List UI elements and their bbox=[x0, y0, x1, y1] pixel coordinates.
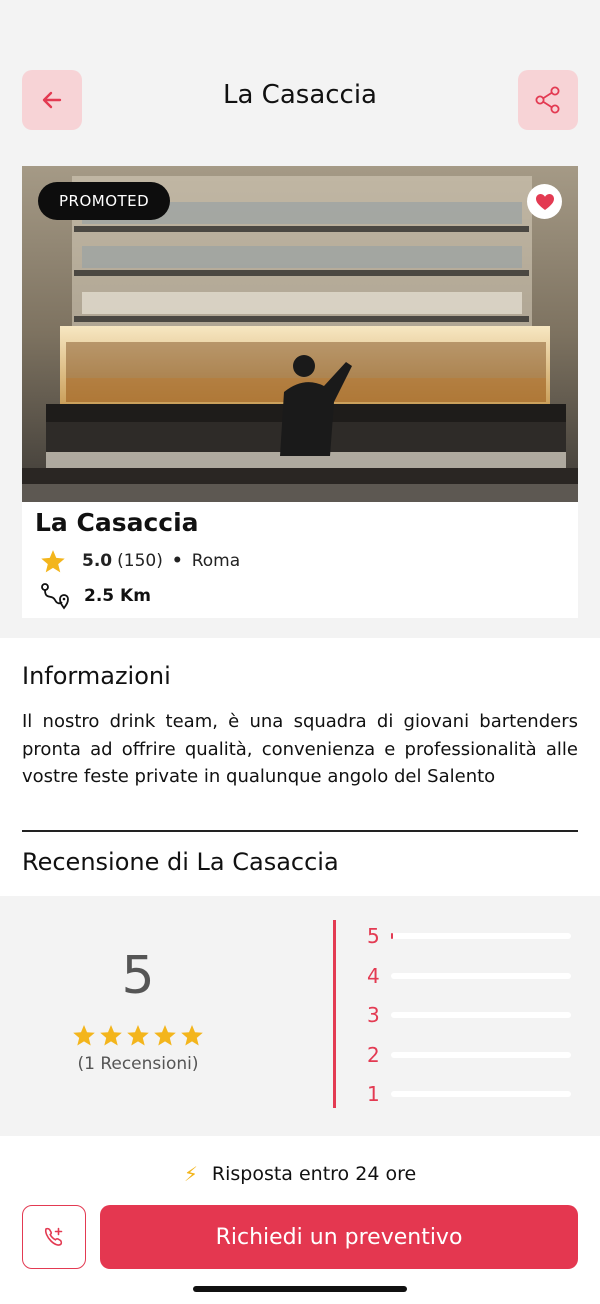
rating-value: 5.0 bbox=[82, 551, 113, 571]
share-button[interactable] bbox=[518, 70, 578, 130]
info-title: Informazioni bbox=[22, 662, 171, 690]
promoted-badge: PROMOTED bbox=[38, 182, 171, 220]
home-indicator bbox=[193, 1286, 407, 1292]
request-quote-button[interactable]: Richiedi un preventivo bbox=[100, 1205, 578, 1269]
distance-value: 2.5 Km bbox=[84, 586, 151, 606]
rating-bar-label: 5 bbox=[367, 924, 380, 948]
star-icon bbox=[100, 1025, 122, 1046]
phone-add-icon bbox=[44, 1227, 63, 1246]
rating-row: 5.0 (150) • Roma bbox=[40, 548, 240, 574]
route-icon bbox=[41, 583, 69, 610]
reviews-title: Recensione di La Casaccia bbox=[22, 848, 339, 876]
star-icon bbox=[41, 549, 65, 572]
rating-bar-track bbox=[391, 933, 571, 939]
reviews-summary: 5 (1 Recensioni) 5 4 3 2 1 bbox=[0, 896, 600, 1136]
vertical-divider bbox=[333, 920, 336, 1108]
rating-bar-track bbox=[391, 1091, 571, 1097]
info-description: Il nostro drink team, è una squadra di g… bbox=[22, 711, 578, 787]
star-icon bbox=[181, 1025, 203, 1046]
divider bbox=[22, 830, 578, 832]
lightning-icon: ⚡ bbox=[183, 1162, 198, 1186]
call-button[interactable] bbox=[22, 1205, 86, 1269]
distance-row: 2.5 Km bbox=[40, 582, 151, 610]
venue-city: Roma bbox=[191, 551, 241, 571]
star-icon bbox=[154, 1025, 176, 1046]
response-time: ⚡ Risposta entro 24 ore bbox=[0, 1162, 600, 1186]
response-text: Risposta entro 24 ore bbox=[211, 1163, 417, 1185]
venue-name: La Casaccia bbox=[35, 508, 199, 537]
rating-bar-track bbox=[391, 1012, 571, 1018]
rating-bar-5: 5 bbox=[367, 924, 577, 948]
rating-bar-label: 2 bbox=[367, 1042, 380, 1067]
rating-bar-2: 2 bbox=[367, 1043, 577, 1067]
venue-card: La Casaccia 5.0 (150) • Roma 2.5 Km bbox=[22, 502, 578, 618]
average-score: 5 bbox=[121, 946, 155, 1006]
reviews-count: (1 Recensioni) bbox=[77, 1054, 199, 1074]
star-icon bbox=[73, 1025, 95, 1046]
rating-bar-track bbox=[391, 1051, 571, 1058]
favorite-button[interactable] bbox=[527, 184, 562, 219]
rating-bar-label: 4 bbox=[367, 963, 380, 988]
heart-icon bbox=[535, 193, 554, 210]
rating-count: (150) bbox=[117, 551, 163, 571]
rating-stars bbox=[72, 1024, 204, 1047]
share-icon bbox=[535, 86, 560, 114]
rating-bar-1: 1 bbox=[367, 1082, 577, 1106]
rating-bar-fill bbox=[391, 933, 393, 939]
rating-bar-label: 3 bbox=[367, 1003, 380, 1027]
rating-bar-track bbox=[391, 972, 571, 979]
separator-dot: • bbox=[171, 551, 183, 571]
rating-bar-label: 1 bbox=[367, 1082, 380, 1106]
rating-bar-3: 3 bbox=[367, 1003, 577, 1027]
star-icon bbox=[127, 1025, 149, 1046]
rating-bar-4: 4 bbox=[367, 964, 577, 988]
page-title: La Casaccia bbox=[223, 80, 377, 110]
